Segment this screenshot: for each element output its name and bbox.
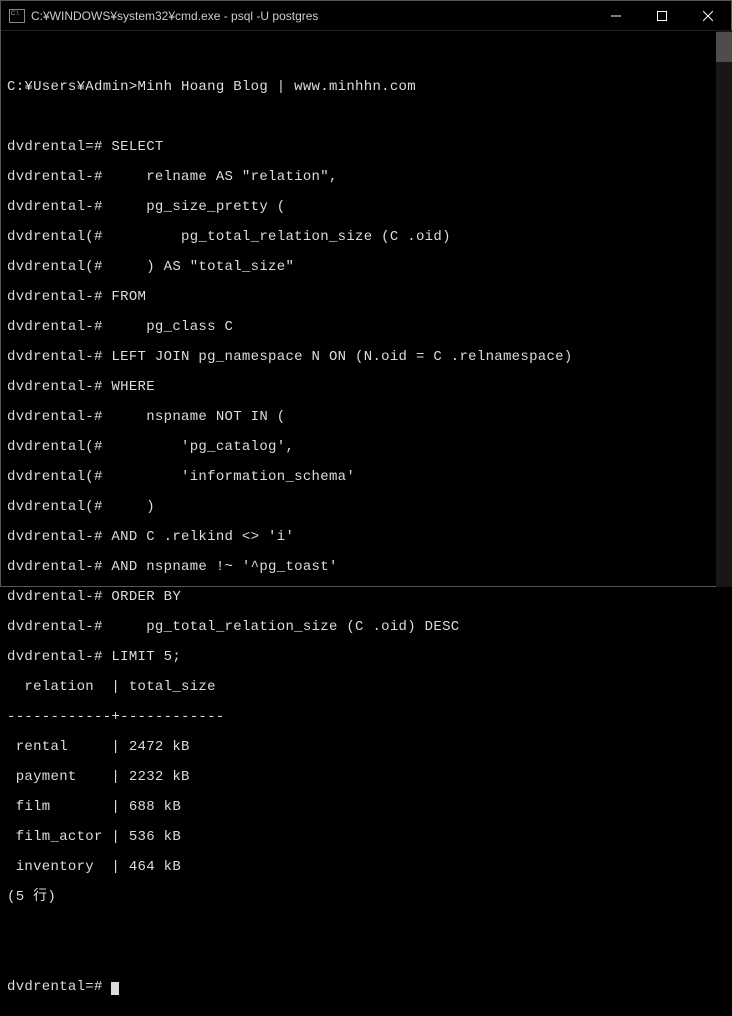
table-row: film | 688 kB (7, 800, 725, 815)
sql-line: dvdrental(# 'pg_catalog', (7, 440, 725, 455)
header-line: C:¥Users¥Admin>Minh Hoang Blog | www.min… (7, 80, 725, 95)
sql-line: dvdrental-# LIMIT 5; (7, 650, 725, 665)
sql-line: dvdrental-# AND nspname !~ '^pg_toast' (7, 560, 725, 575)
sql-line: dvdrental-# nspname NOT IN ( (7, 410, 725, 425)
blank-line (7, 110, 725, 125)
sql-line: dvdrental-# LEFT JOIN pg_namespace N ON … (7, 350, 725, 365)
sql-line: dvdrental(# pg_total_relation_size (C .o… (7, 230, 725, 245)
window-controls (593, 1, 731, 30)
terminal-output[interactable]: C:¥Users¥Admin>Minh Hoang Blog | www.min… (1, 31, 731, 1016)
sql-line: dvdrental-# FROM (7, 290, 725, 305)
close-button[interactable] (685, 1, 731, 30)
maximize-button[interactable] (639, 1, 685, 30)
sql-line: dvdrental(# ) (7, 500, 725, 515)
window-titlebar: C:¥WINDOWS¥system32¥cmd.exe - psql -U po… (1, 1, 731, 31)
prompt-line: dvdrental=# (7, 980, 725, 995)
sql-line: dvdrental=# SELECT (7, 140, 725, 155)
sql-line: dvdrental-# pg_size_pretty ( (7, 200, 725, 215)
cursor (111, 982, 119, 995)
sql-line: dvdrental-# relname AS "relation", (7, 170, 725, 185)
table-row: film_actor | 536 kB (7, 830, 725, 845)
blank-line (7, 50, 725, 65)
table-row: payment | 2232 kB (7, 770, 725, 785)
table-row: inventory | 464 kB (7, 860, 725, 875)
sql-line: dvdrental(# ) AS "total_size" (7, 260, 725, 275)
result-separator: ------------+------------ (7, 710, 725, 725)
sql-line: dvdrental-# pg_class C (7, 320, 725, 335)
result-header: relation | total_size (7, 680, 725, 695)
row-count: (5 行) (7, 890, 725, 905)
table-row: rental | 2472 kB (7, 740, 725, 755)
window-title: C:¥WINDOWS¥system32¥cmd.exe - psql -U po… (31, 9, 318, 23)
sql-line: dvdrental-# ORDER BY (7, 590, 725, 605)
blank-line (7, 950, 725, 965)
blank-line (7, 920, 725, 935)
prompt: dvdrental=# (7, 979, 111, 995)
sql-line: dvdrental-# pg_total_relation_size (C .o… (7, 620, 725, 635)
cmd-icon (9, 9, 25, 23)
minimize-button[interactable] (593, 1, 639, 30)
sql-line: dvdrental(# 'information_schema' (7, 470, 725, 485)
sql-line: dvdrental-# AND C .relkind <> 'i' (7, 530, 725, 545)
sql-line: dvdrental-# WHERE (7, 380, 725, 395)
